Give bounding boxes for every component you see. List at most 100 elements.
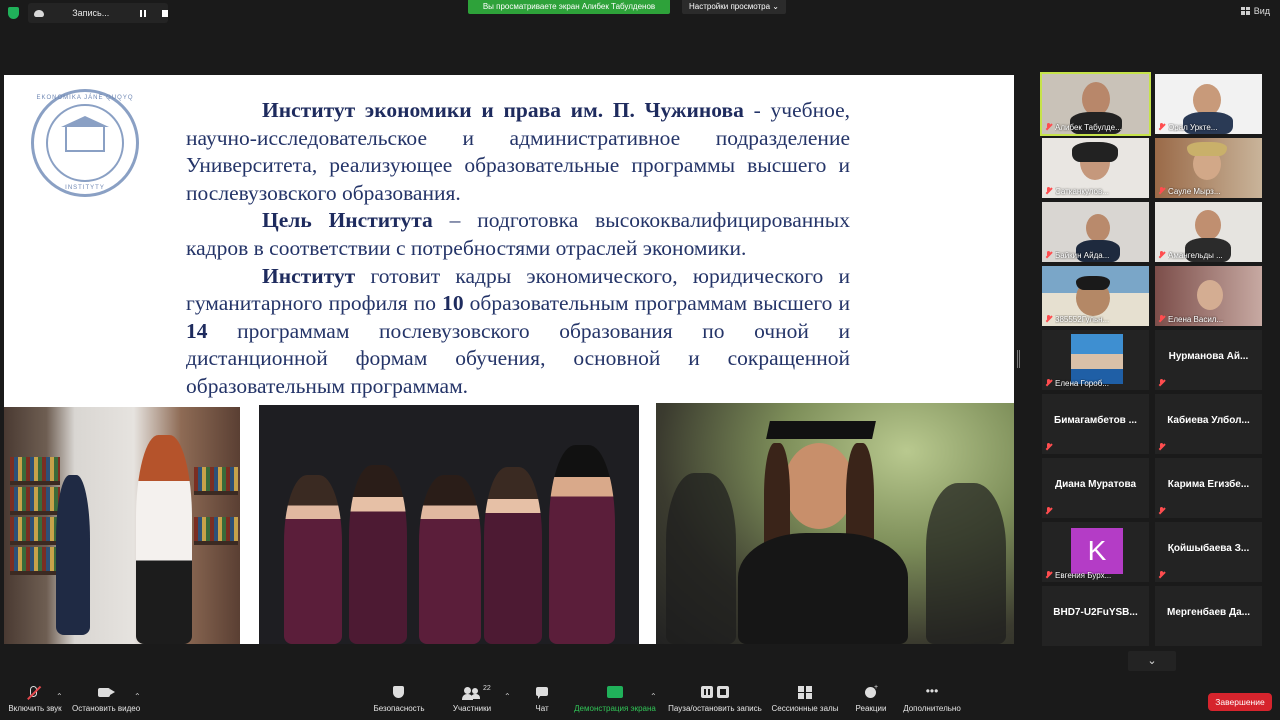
participant-name: Бимагамбетов ... <box>1054 415 1137 426</box>
chat-label: Чат <box>535 704 549 713</box>
participant-tile[interactable]: Нурманова Ай... <box>1155 330 1262 390</box>
share-screen-button[interactable]: Демонстрация экрана <box>572 686 658 713</box>
participant-tile[interactable]: 385552Гульн... <box>1042 266 1149 326</box>
participant-tile[interactable]: Сатканкулов... <box>1042 138 1149 198</box>
recording-label: Запись... <box>72 8 110 18</box>
muted-mic-icon <box>1158 123 1165 131</box>
video-options-caret-icon[interactable]: ⌃ <box>134 692 141 701</box>
security-button[interactable]: Безопасность <box>372 686 426 713</box>
participant-name: Қойшыбаева З... <box>1167 543 1250 554</box>
chat-bubble-icon <box>526 686 558 700</box>
unmute-label: Включить звук <box>8 704 62 713</box>
participant-tile[interactable]: Байкин Айда... <box>1042 202 1149 262</box>
participants-label: Участники <box>452 704 492 713</box>
participant-name: Алибек Табулде... <box>1055 123 1122 132</box>
muted-mic-icon <box>1158 379 1165 387</box>
chat-button[interactable]: Чат <box>526 686 558 713</box>
participant-name: Елена Васил... <box>1168 315 1224 324</box>
screen-share-banner: Вы просматриваете экран Алибек Табулдено… <box>468 0 670 14</box>
smiley-plus-icon: + <box>850 684 892 700</box>
participants-button[interactable]: 22 Участники <box>448 685 496 713</box>
participant-tile[interactable]: K Евгения Бурх... <box>1042 522 1149 582</box>
participants-options-caret-icon[interactable]: ⌃ <box>504 692 511 701</box>
pause-stop-recording-button[interactable]: Пауза/остановить запись <box>666 686 764 713</box>
security-shield-icon[interactable] <box>8 7 19 19</box>
recording-indicator: Запись... <box>28 3 168 23</box>
participant-tile[interactable]: Карима Егизбе... <box>1155 458 1262 518</box>
cloud-record-icon <box>34 9 45 17</box>
participant-name: Байкин Айда... <box>1055 251 1110 260</box>
pause-recording-icon[interactable] <box>140 9 147 17</box>
muted-mic-icon <box>1045 507 1052 515</box>
view-label: Вид <box>1253 6 1270 16</box>
more-button[interactable]: ••• Дополнительно <box>900 684 964 713</box>
share-screen-label: Демонстрация экрана <box>574 704 656 713</box>
slide-paragraph-3: Институт готовит кадры экономического, ю… <box>186 263 850 398</box>
participant-tile[interactable]: Мергенбаев Да... <box>1155 586 1262 646</box>
muted-mic-icon <box>1045 379 1052 387</box>
muted-mic-icon <box>1045 315 1052 323</box>
panel-resize-handle[interactable] <box>1017 350 1020 368</box>
muted-mic-icon <box>1045 123 1052 131</box>
pause-stop-icon <box>666 686 764 700</box>
library-photo <box>4 407 240 644</box>
participant-tile[interactable]: Бимагамбетов ... <box>1042 394 1149 454</box>
shield-icon <box>372 686 426 700</box>
participant-name: Нурманова Ай... <box>1168 351 1249 362</box>
graduates-group-photo <box>259 405 639 644</box>
participant-tile[interactable]: Сауле Мырз... <box>1155 138 1262 198</box>
participant-tile[interactable]: Диана Муратова <box>1042 458 1149 518</box>
record-label: Пауза/остановить запись <box>668 704 762 713</box>
muted-mic-icon <box>1158 507 1165 515</box>
chevron-down-icon: ⌄ <box>1147 655 1157 667</box>
participant-name: Диана Муратова <box>1054 479 1137 490</box>
participant-name: BHD7-U2FuYSB... <box>1053 607 1138 618</box>
institute-logo: EKONOMIKA JÁNE QUQYQ INSTITYTY <box>31 89 139 197</box>
scroll-participants-down-button[interactable]: ⌄ <box>1128 651 1176 671</box>
breakout-rooms-icon <box>770 686 840 700</box>
participant-tile[interactable]: Елена Гороб... <box>1042 330 1149 390</box>
slide-body-text: Институт экономики и права им. П. Чужино… <box>186 97 850 401</box>
participant-name: Кабиева Улбол... <box>1167 415 1250 426</box>
more-label: Дополнительно <box>903 704 961 713</box>
participant-tile[interactable]: Кабиева Улбол... <box>1155 394 1262 454</box>
logo-bottom-text: INSTITYTY <box>65 185 105 191</box>
participant-tile[interactable]: Елена Васил... <box>1155 266 1262 326</box>
logo-top-text: EKONOMIKA JÁNE QUQYQ <box>36 95 134 101</box>
breakout-rooms-button[interactable]: Сессионные залы <box>770 686 840 713</box>
muted-mic-icon <box>1158 443 1165 451</box>
graduate-thumbs-up-photo <box>656 403 1014 644</box>
view-options-button[interactable]: Настройки просмотра ⌄ <box>682 0 786 14</box>
participant-tile[interactable]: Алибек Табулде... <box>1040 72 1151 136</box>
participant-avatar: K <box>1071 528 1123 574</box>
share-options-caret-icon[interactable]: ⌃ <box>650 692 657 701</box>
participant-tile[interactable]: Амангельды ... <box>1155 202 1262 262</box>
muted-mic-icon <box>1045 251 1052 259</box>
reactions-label: Реакции <box>855 704 887 713</box>
stop-recording-icon[interactable] <box>162 9 168 17</box>
participant-tile[interactable]: BHD7-U2FuYSB... <box>1042 586 1149 646</box>
video-camera-icon <box>72 686 140 700</box>
slide-paragraph-2: Цель Института – подготовка высококвалиф… <box>186 208 850 260</box>
participant-name: Мергенбаев Да... <box>1166 607 1250 618</box>
participants-count: 22 <box>483 685 491 692</box>
participant-tile[interactable]: Қойшыбаева З... <box>1155 522 1262 582</box>
muted-mic-icon <box>1158 571 1165 579</box>
slide-paragraph-1: Институт экономики и права им. П. Чужино… <box>186 98 850 205</box>
muted-mic-icon <box>1158 187 1165 195</box>
meeting-toolbar: Включить звук ⌃ Остановить видео ⌃ Безоп… <box>0 684 1280 720</box>
participant-name: 385552Гульн... <box>1055 315 1110 324</box>
view-button[interactable]: Вид <box>1240 6 1270 16</box>
share-screen-icon <box>572 686 658 700</box>
muted-mic-icon <box>1045 571 1052 579</box>
top-bar: Запись... Вы просматриваете экран Алибек… <box>0 0 1280 26</box>
stop-video-button[interactable]: Остановить видео <box>72 686 140 713</box>
muted-mic-icon <box>1045 187 1052 195</box>
security-label: Безопасность <box>373 704 425 713</box>
reactions-button[interactable]: + Реакции <box>850 684 892 713</box>
participant-name: Сауле Мырз... <box>1168 187 1221 196</box>
more-dots-icon: ••• <box>925 684 939 698</box>
end-meeting-button[interactable]: Завершение <box>1208 693 1272 711</box>
audio-options-caret-icon[interactable]: ⌃ <box>56 692 63 701</box>
participant-tile[interactable]: Орал Уркте... <box>1155 74 1262 134</box>
